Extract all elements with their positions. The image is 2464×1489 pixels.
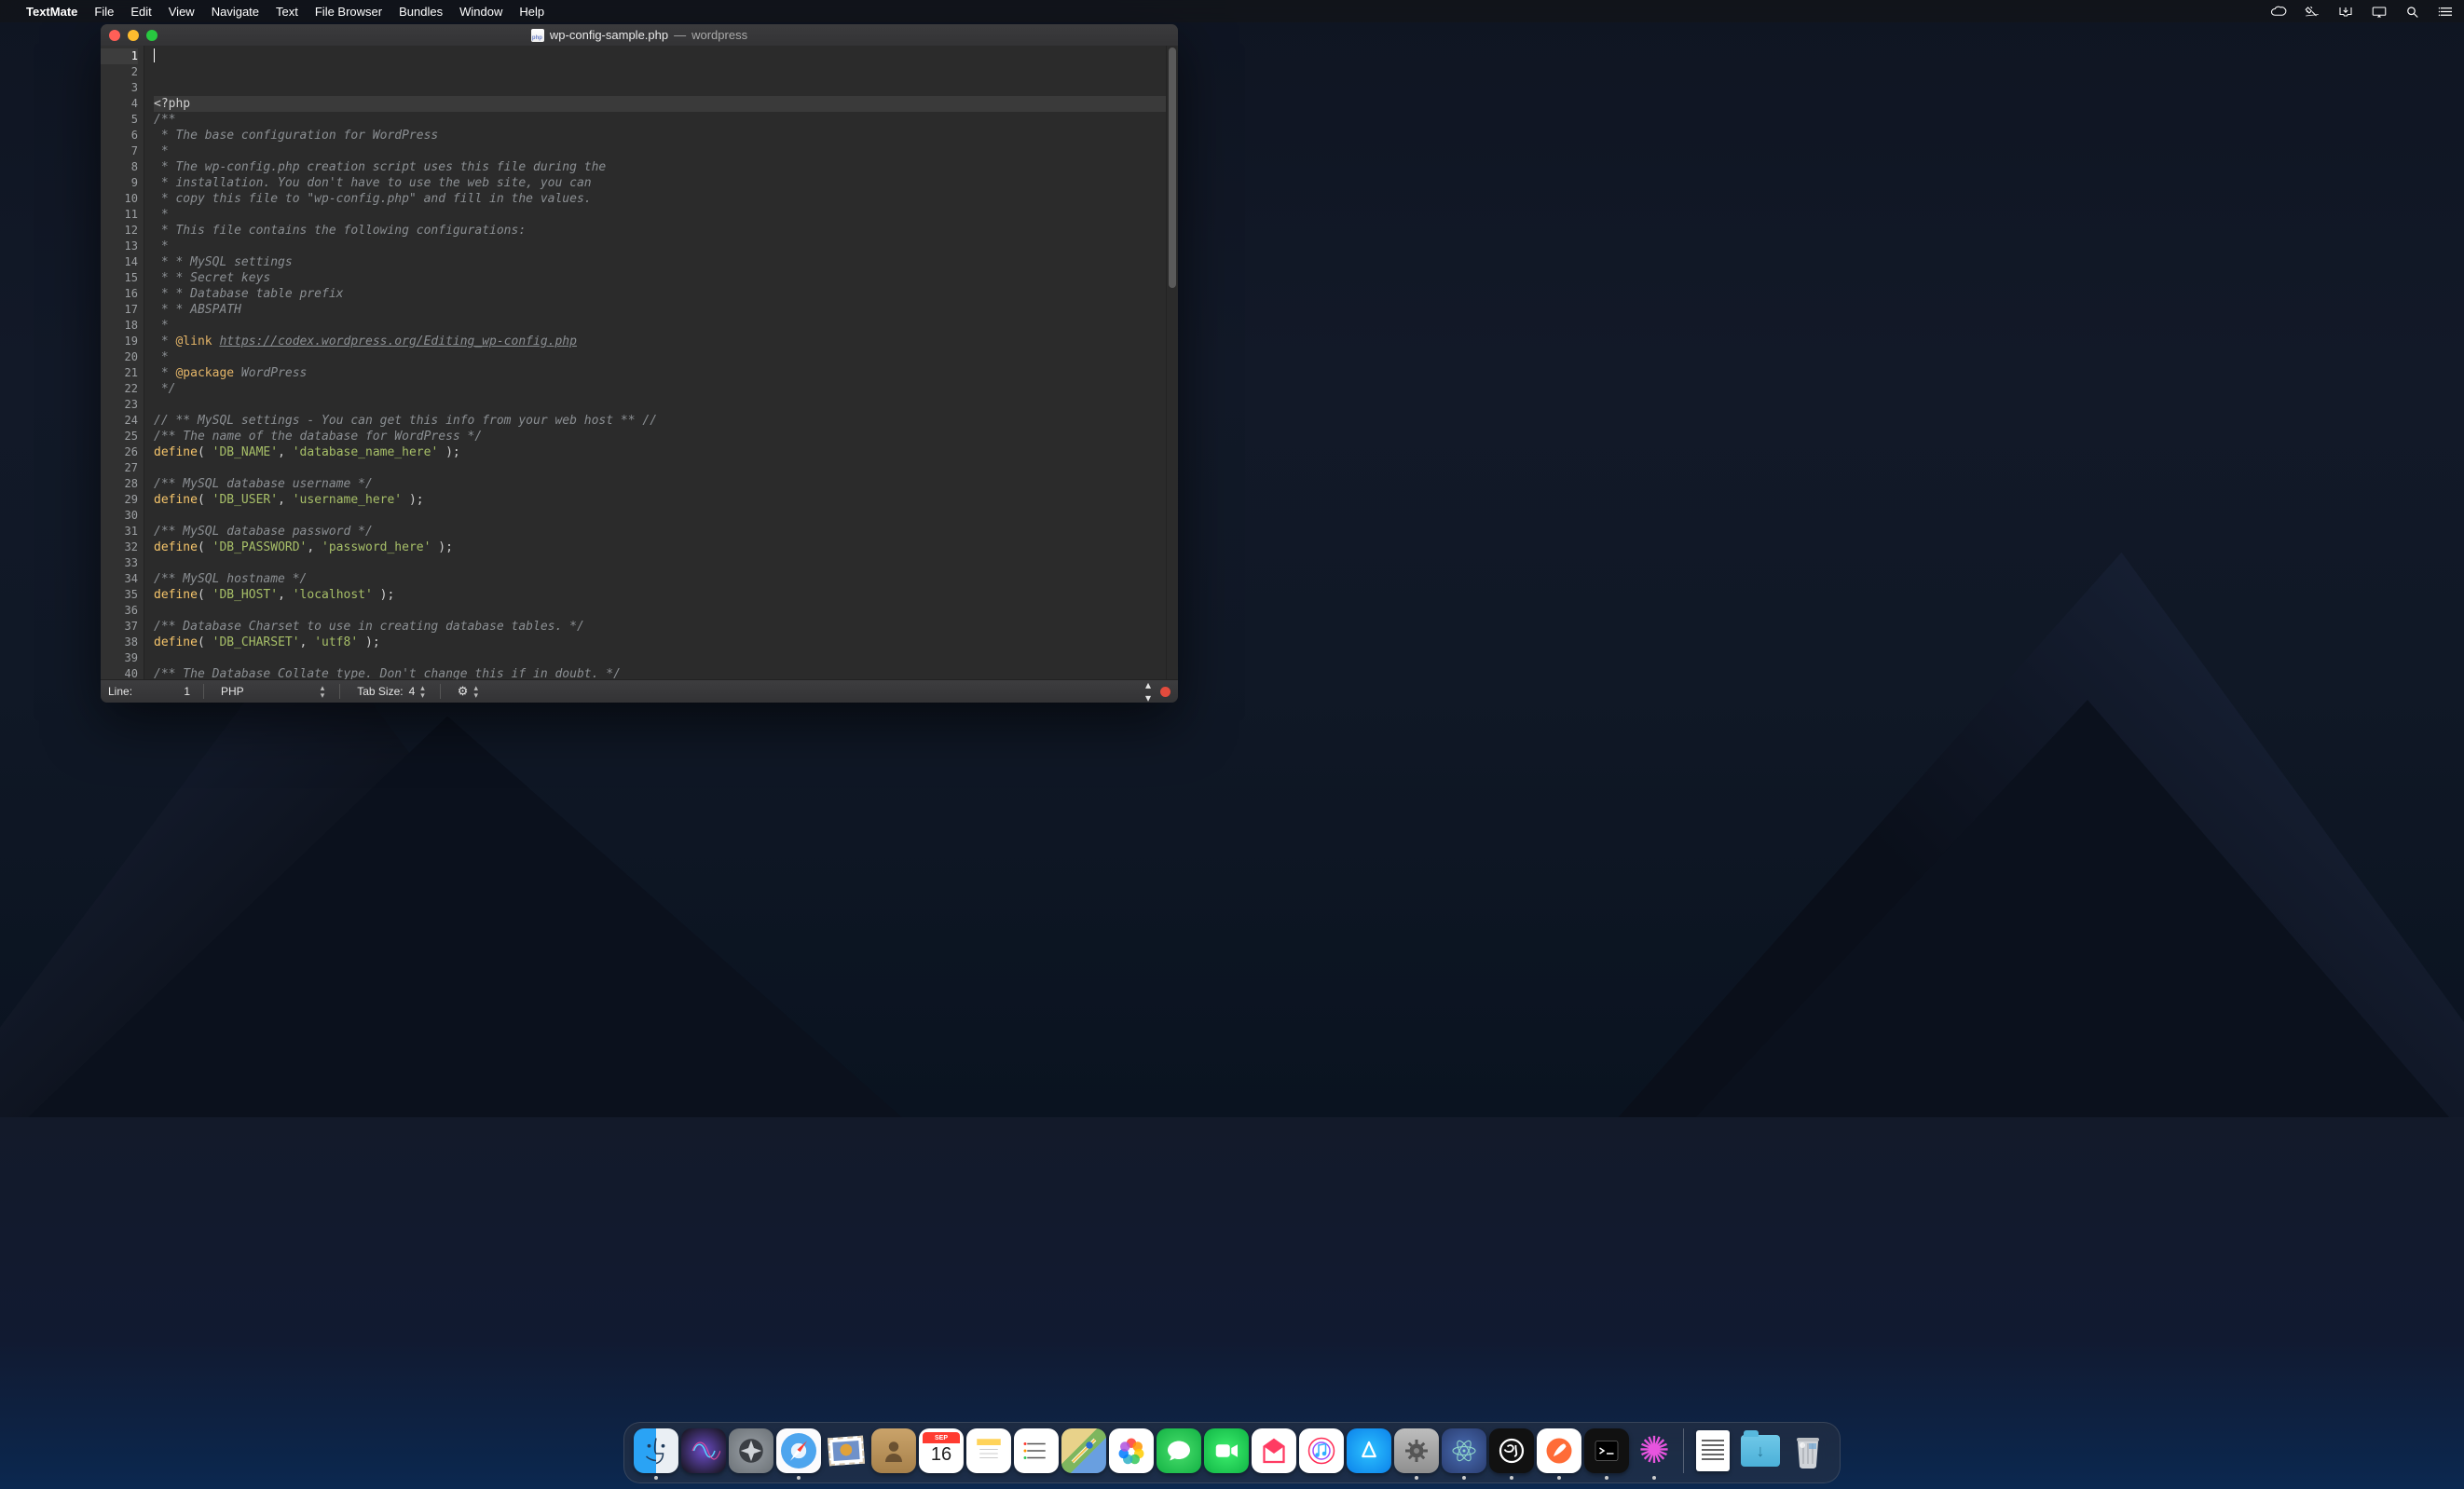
text-cursor xyxy=(154,48,155,62)
dock-music[interactable] xyxy=(1299,1428,1344,1473)
window-title: wp-config-sample.php — wordpress xyxy=(101,28,1178,42)
dock-calendar[interactable]: SEP 16 xyxy=(919,1428,964,1473)
dock-atom[interactable] xyxy=(1442,1428,1486,1473)
title-filename: wp-config-sample.php xyxy=(550,28,668,42)
app-menu[interactable]: TextMate xyxy=(26,5,77,19)
code-area[interactable]: <?php/** * The base configuration for Wo… xyxy=(144,46,1166,679)
title-folder: wordpress xyxy=(691,28,747,42)
editor-window: wp-config-sample.php — wordpress 1234567… xyxy=(101,24,1178,703)
tool-icon[interactable] xyxy=(2304,5,2320,19)
dock-safari[interactable] xyxy=(776,1428,821,1473)
dock-contacts[interactable] xyxy=(871,1428,916,1473)
tabsize-label: Tab Size: xyxy=(357,685,403,698)
dock-facetime[interactable] xyxy=(1204,1428,1249,1473)
menu-view[interactable]: View xyxy=(169,5,195,19)
spotlight-icon[interactable] xyxy=(2404,5,2421,19)
menu-file-browser[interactable]: File Browser xyxy=(315,5,382,19)
language-label: PHP xyxy=(221,685,244,698)
line-label: Line: xyxy=(108,685,132,698)
dock-recent-document[interactable] xyxy=(1691,1428,1735,1473)
symbol-selector[interactable]: ▴▾ xyxy=(1145,678,1151,703)
dock-separator xyxy=(1683,1428,1684,1473)
line-number[interactable]: 1 xyxy=(184,685,190,698)
gear-icon: ⚙︎ xyxy=(458,684,469,699)
dock-trash[interactable] xyxy=(1786,1428,1830,1473)
titlebar[interactable]: wp-config-sample.php — wordpress xyxy=(101,24,1178,46)
tab-size-selector[interactable]: Tab Size: 4 ▴▾ xyxy=(349,684,431,699)
dock-textmate[interactable]: ✺ xyxy=(1632,1428,1677,1473)
menu-text[interactable]: Text xyxy=(276,5,298,19)
menu-bundles[interactable]: Bundles xyxy=(399,5,443,19)
dock-maps[interactable] xyxy=(1061,1428,1106,1473)
zoom-button[interactable] xyxy=(146,30,157,41)
dock-photos[interactable] xyxy=(1109,1428,1154,1473)
minimize-button[interactable] xyxy=(128,30,139,41)
creative-cloud-icon[interactable] xyxy=(2270,5,2287,19)
dock-messages[interactable] xyxy=(1157,1428,1201,1473)
dock-appstore[interactable] xyxy=(1347,1428,1391,1473)
dock-postman[interactable] xyxy=(1537,1428,1581,1473)
tabsize-value: 4 xyxy=(409,685,416,698)
vertical-scrollbar[interactable] xyxy=(1166,46,1178,679)
dock-app-dark[interactable] xyxy=(1489,1428,1534,1473)
notification-center-icon[interactable] xyxy=(2438,5,2455,19)
menu-file[interactable]: File xyxy=(94,5,114,19)
dock-siri[interactable] xyxy=(681,1428,726,1473)
dock: SEP 16 xyxy=(623,1422,1841,1483)
dock-reminders[interactable] xyxy=(1014,1428,1059,1473)
dock-finder[interactable] xyxy=(634,1428,678,1473)
record-macro-button[interactable] xyxy=(1160,687,1170,697)
language-selector[interactable]: PHP ▴▾ xyxy=(213,684,330,699)
file-icon xyxy=(531,29,544,42)
calendar-day: 16 xyxy=(919,1444,964,1466)
menubar: TextMate File Edit View Navigate Text Fi… xyxy=(0,0,2464,22)
menu-edit[interactable]: Edit xyxy=(130,5,151,19)
calendar-month: SEP xyxy=(923,1432,960,1443)
bundle-menu[interactable]: ⚙︎ ▴▾ xyxy=(450,684,484,699)
menu-window[interactable]: Window xyxy=(459,5,502,19)
scrollbar-thumb[interactable] xyxy=(1169,48,1176,288)
statusbar: Line: 1 PHP ▴▾ Tab Size: 4 ▴▾ ⚙︎ ▴▾ ▴▾ xyxy=(101,679,1178,703)
dock-mail[interactable] xyxy=(824,1428,869,1473)
menu-help[interactable]: Help xyxy=(519,5,544,19)
dock-downloads[interactable] xyxy=(1738,1428,1783,1473)
screen-mirror-icon[interactable] xyxy=(2371,5,2388,19)
dock-notes[interactable] xyxy=(966,1428,1011,1473)
dock-system-preferences[interactable] xyxy=(1394,1428,1439,1473)
line-gutter[interactable]: 1234567891011121314151617181920212223242… xyxy=(101,46,144,679)
dock-news[interactable] xyxy=(1252,1428,1296,1473)
close-button[interactable] xyxy=(109,30,120,41)
dock-terminal[interactable] xyxy=(1584,1428,1629,1473)
menu-navigate[interactable]: Navigate xyxy=(212,5,259,19)
tray-icon[interactable] xyxy=(2337,5,2354,19)
dock-launchpad[interactable] xyxy=(729,1428,773,1473)
